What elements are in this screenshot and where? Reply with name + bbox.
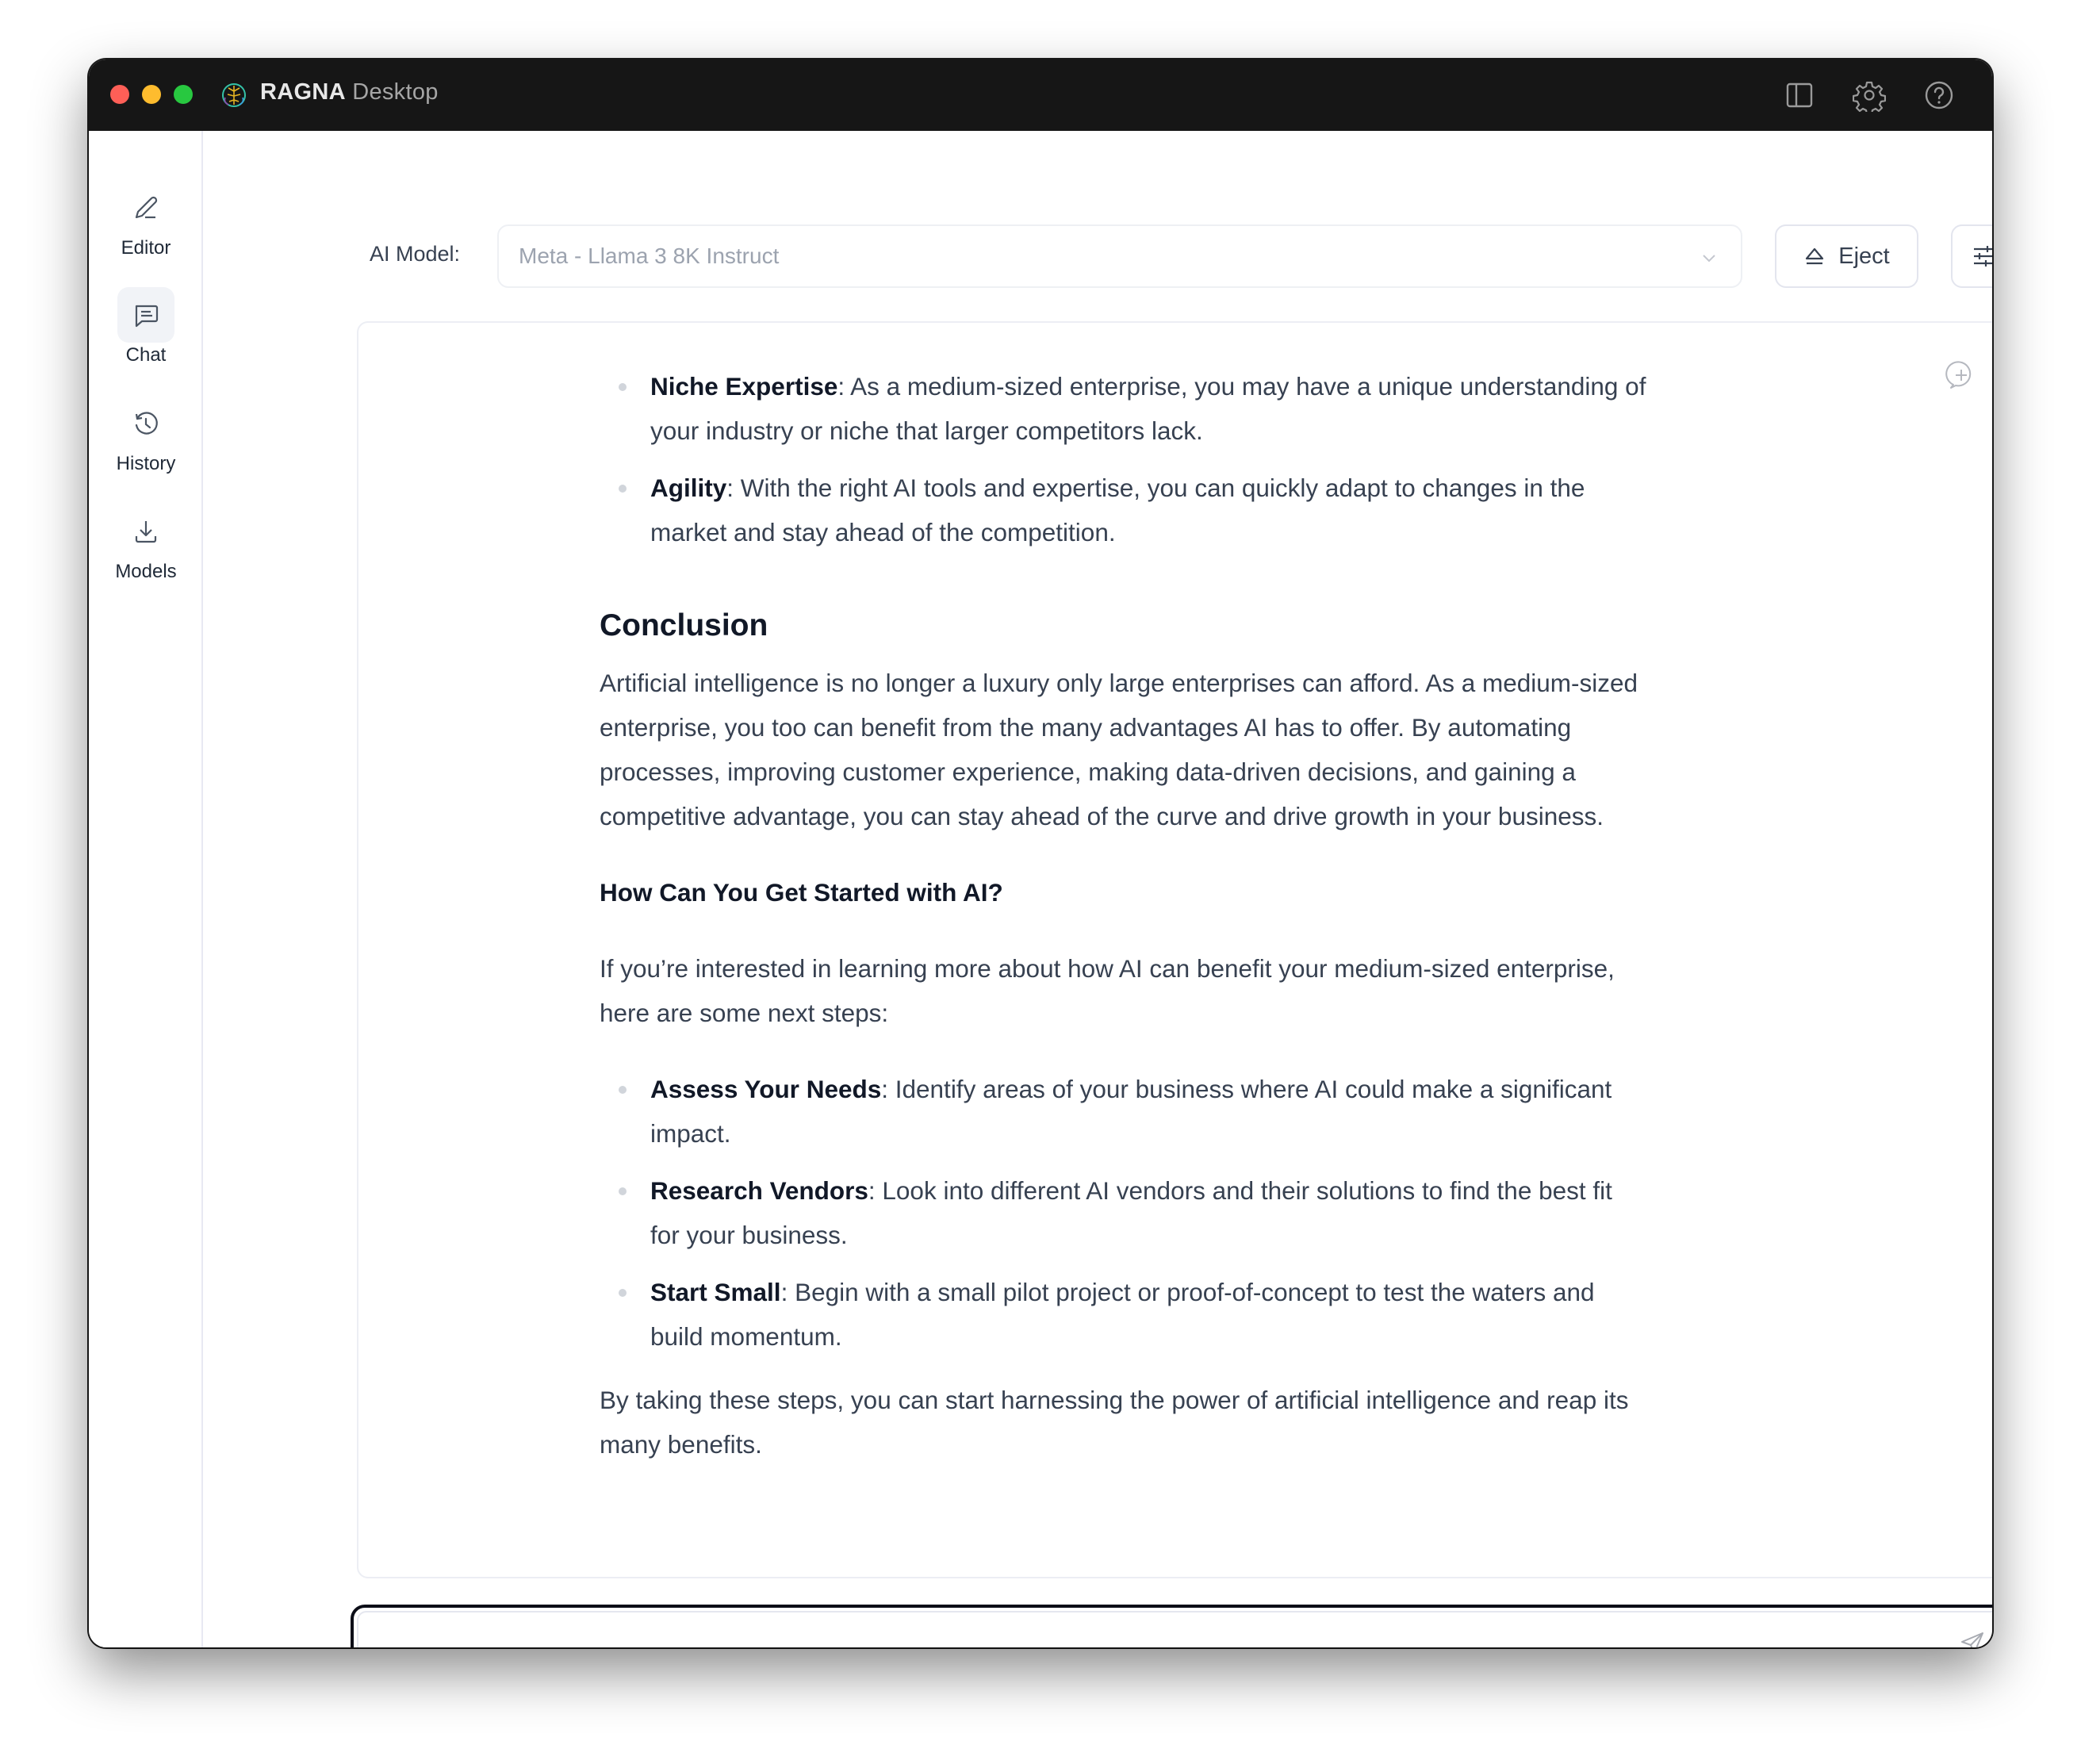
chat-response-card: Niche Expertise: As a medium-sized enter… (357, 321, 1992, 1578)
list-item-term: Agility (650, 474, 727, 502)
list-item: Research Vendors: Look into different AI… (600, 1168, 1646, 1257)
chat-input-box (351, 1605, 1992, 1647)
chevron-down-icon (1703, 255, 1715, 263)
eject-button[interactable]: Eject (1775, 224, 1918, 288)
list-item: Start Small: Begin with a small pilot pr… (600, 1270, 1646, 1359)
close-window-button[interactable] (110, 85, 129, 104)
title-bar: RAGNA Desktop (89, 59, 1992, 131)
conclusion-paragraph: Artificial intelligence is no longer a l… (600, 669, 1638, 830)
conclusion-heading: Conclusion (600, 608, 768, 642)
sidebar-item-history[interactable]: History (89, 396, 203, 475)
model-select[interactable]: Meta - Llama 3 8K Instruct (497, 224, 1742, 288)
sidebar-item-label: Editor (121, 237, 171, 259)
closing-paragraph: By taking these steps, you can start har… (600, 1386, 1629, 1459)
list-item: Niche Expertise: As a medium-sized enter… (600, 364, 1646, 453)
steps-list: Assess Your Needs: Identify areas of you… (600, 1067, 1646, 1359)
response-document: Niche Expertise: As a medium-sized enter… (600, 364, 1646, 1498)
sidebar-item-label: History (116, 453, 176, 474)
settings-sliders-button[interactable] (1951, 224, 1992, 288)
list-item-text: : With the right AI tools and expertise,… (650, 474, 1585, 546)
advantages-list: Niche Expertise: As a medium-sized enter… (600, 364, 1646, 554)
list-item-term: Start Small (650, 1278, 781, 1306)
sliders-icon (1974, 246, 1992, 267)
chat-input[interactable] (370, 1616, 1908, 1647)
getting-started-heading: How Can You Get Started with AI? (600, 878, 1003, 907)
download-icon (117, 504, 174, 559)
send-icon[interactable] (1959, 1630, 1986, 1647)
minimize-window-button[interactable] (142, 85, 161, 104)
maximize-window-button[interactable] (174, 85, 193, 104)
history-icon (117, 396, 174, 451)
app-name: RAGNA (260, 79, 346, 105)
model-select-value: Meta - Llama 3 8K Instruct (519, 244, 780, 268)
chat-icon (117, 287, 174, 343)
eject-icon (1806, 247, 1824, 265)
list-item-term: Niche Expertise (650, 372, 838, 401)
eject-label: Eject (1838, 243, 1890, 269)
sidebar: Editor Chat History Models (89, 131, 203, 1647)
list-item-text: : Begin with a small pilot project or pr… (650, 1278, 1595, 1351)
sidebar-item-editor[interactable]: Editor (89, 180, 203, 259)
brain-logo-icon (222, 83, 246, 107)
add-comment-icon[interactable] (1945, 359, 1976, 391)
pencil-icon (117, 180, 174, 236)
help-icon[interactable] (1922, 79, 1956, 112)
main-panel: AI Model: Meta - Llama 3 8K Instruct Eje… (205, 131, 1992, 1647)
sidebar-item-label: Models (115, 561, 177, 582)
sidebar-item-label: Chat (125, 344, 167, 366)
app-subtitle: Desktop (352, 79, 439, 105)
list-item-term: Assess Your Needs (650, 1075, 882, 1103)
app-title: RAGNA Desktop (260, 79, 439, 105)
model-label: AI Model: (370, 242, 461, 266)
sidebar-item-models[interactable]: Models (89, 504, 203, 583)
sidebar-toggle-icon[interactable] (1783, 79, 1816, 112)
app-window: RAGNA Desktop Editor Chat History Models… (89, 59, 1992, 1647)
list-item: Agility: With the right AI tools and exp… (600, 466, 1646, 554)
list-item: Assess Your Needs: Identify areas of you… (600, 1067, 1646, 1156)
sidebar-item-chat[interactable]: Chat (89, 287, 203, 366)
getting-started-intro: If you’re interested in learning more ab… (600, 954, 1615, 1027)
gear-icon[interactable] (1852, 79, 1887, 116)
list-item-term: Research Vendors (650, 1176, 868, 1205)
